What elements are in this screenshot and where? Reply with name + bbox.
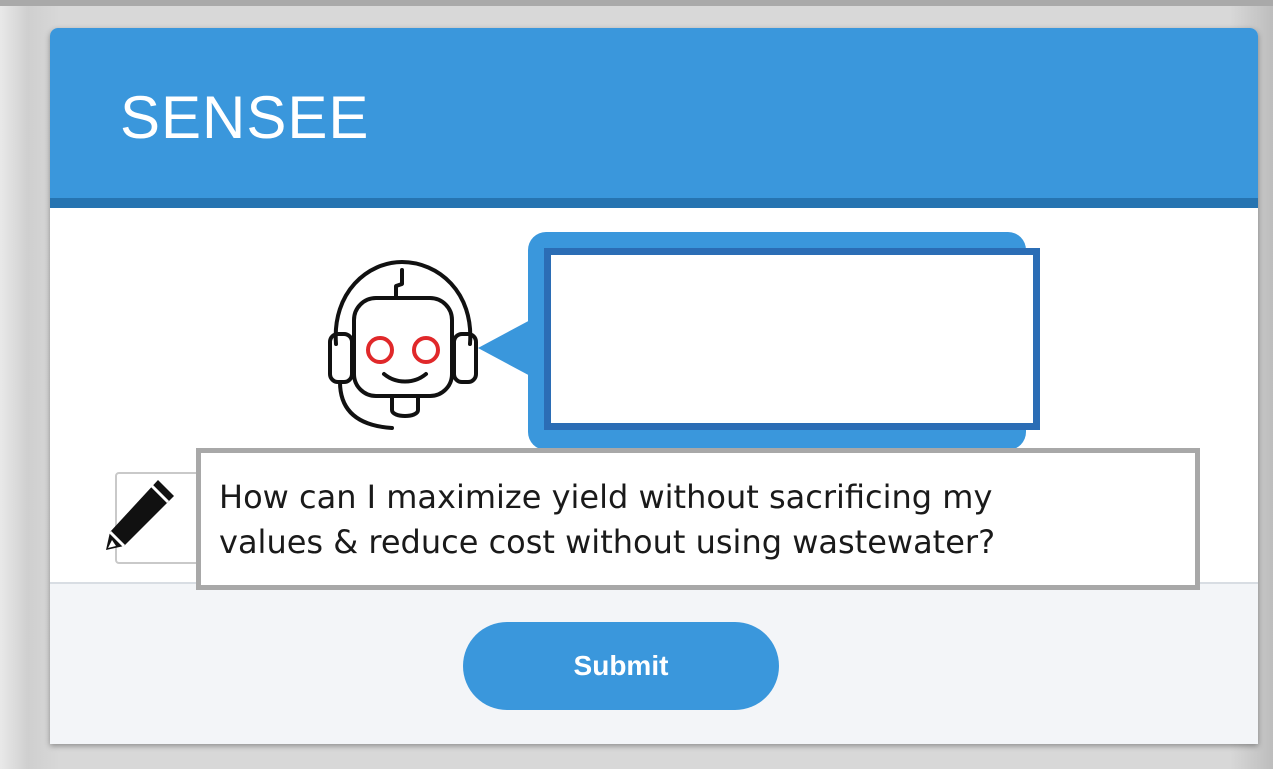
submit-button[interactable]: Submit xyxy=(463,622,779,710)
assistant-response-box xyxy=(544,248,1040,430)
robot-headset-icon xyxy=(328,260,478,430)
pencil-icon xyxy=(106,480,174,550)
top-edge xyxy=(0,0,1273,6)
speech-bubble-tail xyxy=(478,318,534,378)
question-line-2: values & reduce cost without using waste… xyxy=(219,523,996,561)
card-header: SENSEE xyxy=(50,28,1258,198)
chat-card: SENSEE How can I maximize yield without … xyxy=(50,28,1258,744)
app-title: SENSEE xyxy=(120,84,370,151)
header-underline xyxy=(50,198,1258,208)
question-callout: How can I maximize yield without sacrifi… xyxy=(196,448,1200,590)
assistant-response-text xyxy=(567,269,1017,409)
question-line-1: How can I maximize yield without sacrifi… xyxy=(219,478,993,516)
